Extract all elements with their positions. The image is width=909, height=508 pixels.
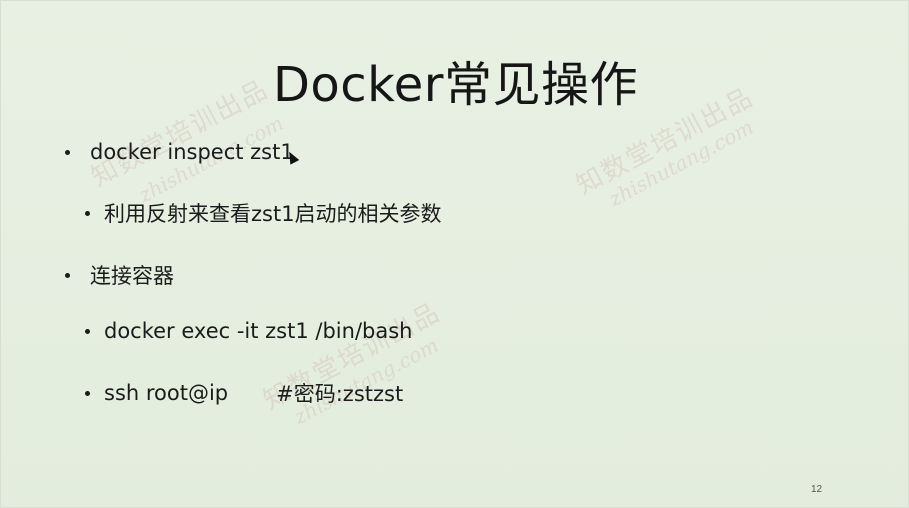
bullet-item: docker inspect zst1 [65, 140, 294, 164]
bullet-dot-icon [85, 328, 90, 334]
watermark-en: zhishutang.com [604, 114, 758, 212]
sub-bullet-item: docker exec -it zst1 /bin/bash [85, 319, 412, 343]
bullet-dot-icon [65, 149, 70, 155]
sub-bullet-item: ssh root@ip #密码:zstzst [85, 378, 403, 408]
bullet-text: ssh root@ip [104, 381, 229, 405]
bullet-dot-icon [65, 272, 70, 278]
slide-title: Docker常见操作 [272, 57, 639, 113]
bullet-text: 连接容器 [90, 264, 174, 288]
sub-bullet-item: 利用反射来查看zst1启动的相关参数 [85, 198, 442, 228]
bullet-text: docker inspect zst1 [90, 140, 294, 164]
bullet-dot-icon [85, 210, 90, 216]
page-number: 12 [811, 484, 823, 495]
bullet-comment: #密码:zstzst [276, 382, 404, 406]
presentation-slide: 知数堂培训出品 zhishutang.com 知数堂培训出品 zhishutan… [0, 0, 909, 508]
bullet-text: docker exec -it zst1 /bin/bash [104, 319, 413, 343]
bullet-dot-icon [85, 390, 90, 396]
bullet-text: 利用反射来查看zst1启动的相关参数 [104, 202, 442, 226]
bullet-item: 连接容器 [65, 260, 174, 290]
